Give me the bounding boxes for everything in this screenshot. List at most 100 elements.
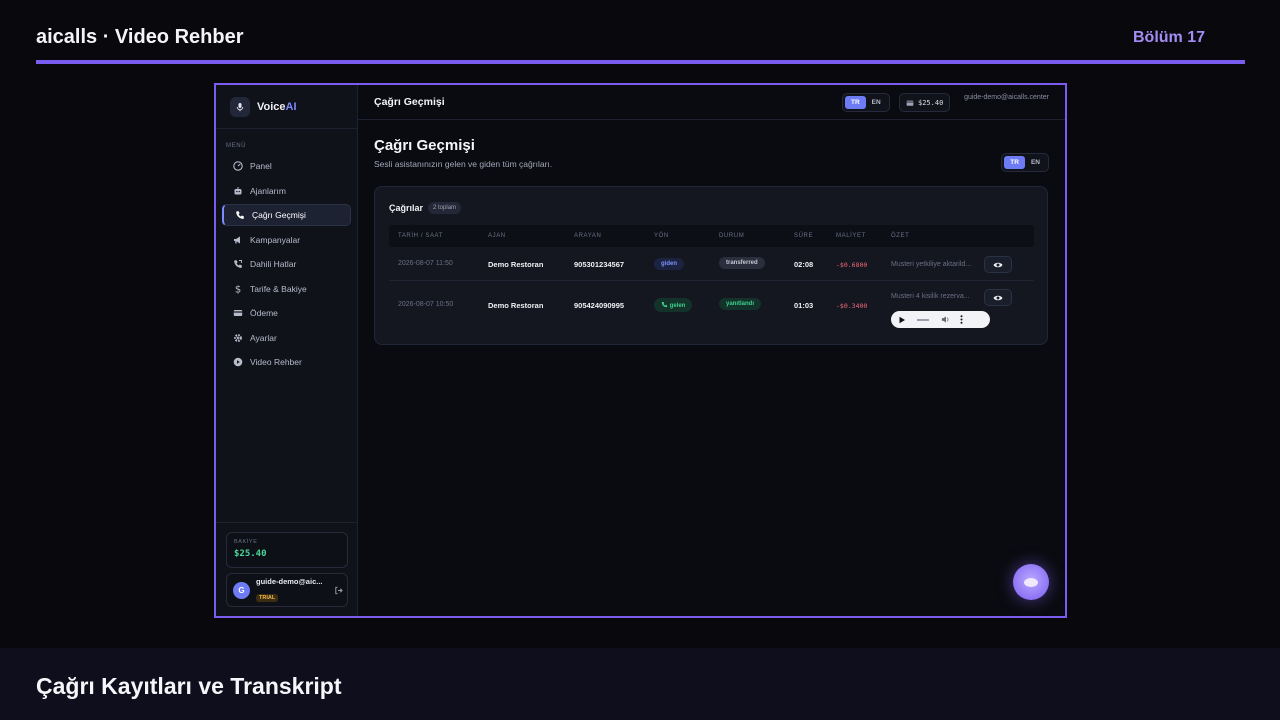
- main-content: Çağrı Geçmişi TR EN $25.40 guide-demo@ai…: [358, 85, 1065, 616]
- incoming-call-icon: [661, 301, 668, 308]
- sidebar-item-label: Kampanyalar: [250, 234, 301, 245]
- volume-icon[interactable]: [941, 315, 950, 324]
- topbar-language-toggle: TR EN: [842, 93, 890, 112]
- column-header-direction: YÖN: [654, 233, 669, 239]
- dashboard-icon: [233, 161, 243, 171]
- sidebar-item-label: Panel: [250, 161, 272, 171]
- lang-en-button[interactable]: EN: [866, 96, 887, 109]
- call-cost: -$0.3400: [836, 302, 868, 310]
- brand-name-accent: AI: [285, 100, 297, 113]
- gear-icon: [234, 333, 242, 342]
- sidebar-item-label: Ajanlarım: [250, 185, 286, 196]
- table-row[interactable]: 2026-08-07 10:50 Demo Restoran 905424090…: [389, 283, 1034, 329]
- view-call-button[interactable]: [984, 256, 1012, 273]
- page-subtitle: Sesli asistanınızın gelen ve giden tüm ç…: [374, 159, 553, 169]
- credit-card-icon: [233, 310, 243, 316]
- calls-card-title: Çağrılar: [389, 203, 424, 213]
- lang-tr-button[interactable]: TR: [845, 96, 866, 109]
- user-card[interactable]: G guide-demo@aic... TRIAL: [226, 573, 348, 607]
- audio-progress-track[interactable]: [917, 318, 929, 321]
- plan-badge: TRIAL: [256, 593, 279, 602]
- page-title: Çağrı Geçmişi: [374, 137, 475, 154]
- call-duration: 02:08: [794, 260, 814, 269]
- direction-badge: gelen: [654, 298, 693, 312]
- call-audio-player[interactable]: [891, 311, 990, 328]
- logout-icon[interactable]: [334, 586, 343, 595]
- topbar: Çağrı Geçmişi TR EN $25.40 guide-demo@ai…: [358, 85, 1065, 120]
- sidebar-item-settings[interactable]: Ayarlar: [222, 327, 351, 349]
- call-agent: Demo Restoran: [488, 260, 544, 269]
- sidebar-item-label: Dahili Hatlar: [250, 259, 297, 269]
- sidebar-item-extensions[interactable]: Dahili Hatlar: [222, 253, 351, 275]
- balance-value: $25.40: [234, 549, 267, 559]
- video-title: aicalls · Video Rehber: [36, 26, 244, 48]
- sidebar-item-label: Çağrı Geçmişi: [252, 210, 306, 220]
- sidebar-item-payment[interactable]: Ödeme: [222, 302, 351, 324]
- sidebar-item-campaigns[interactable]: Kampanyalar: [222, 229, 351, 251]
- dollar-icon: $: [235, 284, 241, 294]
- sidebar-item-label: Tarife & Bakiye: [250, 283, 307, 294]
- avatar: G: [233, 581, 250, 599]
- calls-card-header: Çağrılar 2 toplam: [389, 202, 462, 214]
- status-badge: yanıtlandı: [719, 298, 762, 310]
- topbar-balance-value: $25.40: [918, 98, 944, 107]
- balance-label: BAKİYE: [234, 539, 258, 545]
- assistant-chat-button[interactable]: [1013, 564, 1049, 600]
- call-agent: Demo Restoran: [488, 301, 544, 310]
- svg-text:$: $: [235, 284, 241, 294]
- user-email: guide-demo@aic...: [256, 576, 323, 586]
- video-footer: Çağrı Kayıtları ve Transkript: [0, 648, 1280, 720]
- sidebar-item-video-guide[interactable]: Video Rehber: [222, 351, 351, 373]
- call-summary: Musteri 4 kisilik rezerva...: [891, 293, 970, 300]
- megaphone-icon: [234, 236, 240, 243]
- play-icon[interactable]: [898, 316, 906, 324]
- lang-tr-button[interactable]: TR: [1004, 156, 1025, 169]
- lang-en-button[interactable]: EN: [1025, 156, 1046, 169]
- brand[interactable]: VoiceAI: [216, 85, 357, 129]
- call-datetime: 2026-08-07 11:50: [398, 260, 453, 267]
- topbar-balance[interactable]: $25.40: [899, 93, 951, 112]
- column-header-agent: AJAN: [488, 233, 506, 239]
- column-header-summary: ÖZET: [891, 233, 910, 239]
- header-divider: [36, 60, 1245, 64]
- chat-bubble-icon: [1024, 577, 1038, 587]
- call-duration: 01:03: [794, 301, 814, 310]
- phone-icon: [236, 211, 244, 219]
- view-call-button[interactable]: [984, 289, 1012, 306]
- direction-badge: giden: [654, 258, 684, 270]
- sidebar-divider: [216, 522, 357, 523]
- status-badge: transferred: [719, 257, 765, 269]
- eye-icon: [993, 295, 1003, 300]
- sidebar-item-agents[interactable]: Ajanlarım: [222, 180, 351, 202]
- more-options-icon[interactable]: [960, 315, 963, 324]
- bot-icon: [234, 186, 242, 194]
- app-screenshot-frame: VoiceAI MENÜ Panel Ajanlarım Çağrı Geçmi…: [214, 83, 1067, 618]
- wallet-icon: [906, 100, 914, 106]
- microphone-icon: [230, 96, 250, 117]
- call-caller: 905424090995: [574, 301, 625, 310]
- topbar-user-email: guide-demo@aicalls.center: [964, 94, 1049, 101]
- brand-name-main: Voice: [257, 100, 286, 113]
- sidebar-item-label: Video Rehber: [250, 357, 302, 367]
- page-language-toggle: TR EN: [1001, 153, 1049, 172]
- call-caller: 905301234567: [574, 260, 625, 269]
- table-row[interactable]: 2026-08-07 11:50 Demo Restoran 905301234…: [389, 249, 1034, 281]
- user-meta: guide-demo@aic... TRIAL: [256, 577, 328, 604]
- sidebar-item-tariff[interactable]: $ Tarife & Bakiye: [222, 278, 351, 300]
- calls-card: Çağrılar 2 toplam TARİH / SAAT AJAN ARAY…: [374, 186, 1048, 345]
- column-header-status: DURUM: [719, 233, 745, 239]
- sidebar-item-label: Ayarlar: [250, 332, 277, 343]
- sidebar-item-call-history[interactable]: Çağrı Geçmişi: [222, 204, 351, 226]
- brand-name: VoiceAI: [257, 101, 297, 113]
- eye-icon: [993, 262, 1003, 267]
- chapter-label: Bölüm 17: [1132, 29, 1205, 46]
- calls-table-header: TARİH / SAAT AJAN ARAYAN YÖN DURUM SÜRE …: [389, 225, 1034, 247]
- direction-label: gelen: [669, 303, 686, 309]
- calls-count-badge: 2 toplam: [428, 202, 462, 214]
- column-header-caller: ARAYAN: [574, 233, 602, 239]
- column-header-duration: SÜRE: [794, 233, 814, 239]
- call-summary: Musteri yetkiliye aktarild...: [891, 261, 972, 268]
- sidebar-item-panel[interactable]: Panel: [222, 155, 351, 177]
- phone-forward-icon: [234, 260, 242, 268]
- call-datetime: 2026-08-07 10:50: [398, 301, 454, 308]
